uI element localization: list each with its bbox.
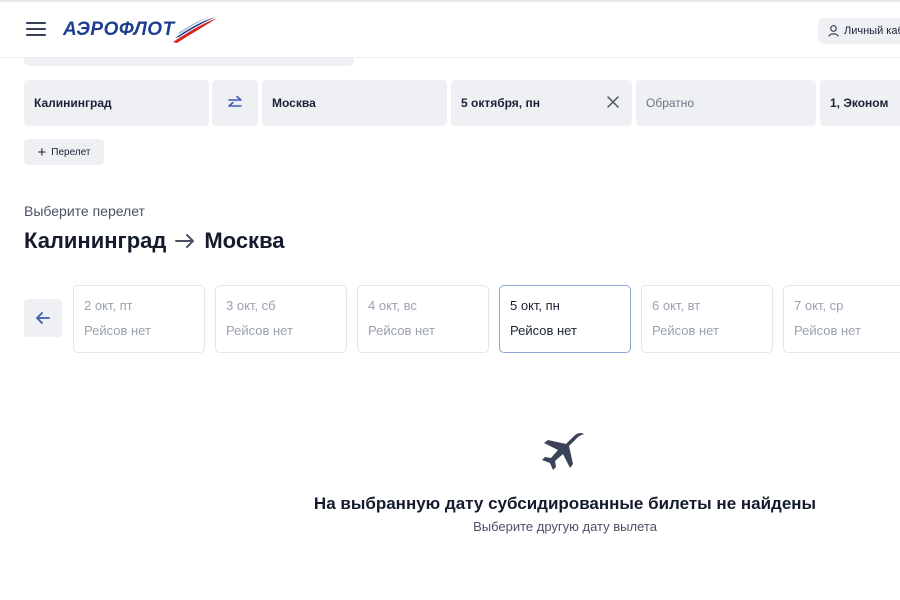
user-icon <box>828 25 839 37</box>
date-label: 3 окт, сб <box>226 298 276 313</box>
date-status: Рейсов нет <box>510 323 577 338</box>
depart-date-field[interactable]: 5 октября, пн <box>451 80 632 126</box>
logo-text: АЭРОФЛОТ <box>63 19 175 40</box>
swap-button[interactable] <box>212 80 258 126</box>
from-value: Калининград <box>34 96 112 110</box>
arrow-right-icon <box>175 234 195 248</box>
menu-icon[interactable] <box>26 22 46 38</box>
date-status: Рейсов нет <box>84 323 151 338</box>
route-title: Калининград Москва <box>24 228 285 254</box>
to-value: Москва <box>272 96 316 110</box>
prev-dates-button[interactable] <box>24 299 62 337</box>
collapsed-field <box>24 58 354 66</box>
date-label: 7 окт, ср <box>794 298 844 313</box>
date-card[interactable]: 3 окт, сб Рейсов нет <box>215 285 347 353</box>
aeroflot-logo[interactable]: АЭРОФЛОТ <box>63 14 219 46</box>
route-origin: Калининград <box>24 228 167 253</box>
date-card[interactable]: 6 окт, вт Рейсов нет <box>641 285 773 353</box>
add-flight-label: Перелет <box>51 146 91 158</box>
airplane-icon <box>540 432 588 477</box>
add-flight-button[interactable]: + Перелет <box>24 139 104 165</box>
account-button[interactable]: Личный кабинет <box>818 18 900 44</box>
top-bar: АЭРОФЛОТ Личный кабинет <box>0 0 900 58</box>
to-field[interactable]: Москва <box>262 80 447 126</box>
swap-icon <box>228 95 242 107</box>
date-card[interactable]: 4 окт, вс Рейсов нет <box>357 285 489 353</box>
date-card[interactable]: 2 окт, пт Рейсов нет <box>73 285 205 353</box>
empty-state-subtitle: Выберите другую дату вылета <box>473 519 657 534</box>
date-label: 5 окт, пн <box>510 298 560 313</box>
date-status: Рейсов нет <box>652 323 719 338</box>
passengers-value: 1, Эконом <box>830 96 889 110</box>
from-field[interactable]: Калининград <box>24 80 209 126</box>
date-label: 6 окт, вт <box>652 298 701 313</box>
arrow-left-icon <box>36 312 50 324</box>
plus-icon: + <box>37 143 47 161</box>
date-card-selected[interactable]: 5 окт, пн Рейсов нет <box>499 285 631 353</box>
return-placeholder: Обратно <box>646 96 695 110</box>
empty-state-title: На выбранную дату субсидированные билеты… <box>313 494 817 513</box>
close-icon[interactable] <box>606 95 620 109</box>
date-status: Рейсов нет <box>368 323 435 338</box>
date-label: 2 окт, пт <box>84 298 133 313</box>
date-label: 4 окт, вс <box>368 298 417 313</box>
return-date-field[interactable]: Обратно <box>636 80 816 126</box>
depart-value: 5 октября, пн <box>461 96 540 110</box>
logo-wings-icon <box>172 17 217 43</box>
date-status: Рейсов нет <box>794 323 861 338</box>
passengers-field[interactable]: 1, Эконом <box>820 80 900 126</box>
account-label: Личный кабинет <box>844 25 900 37</box>
date-status: Рейсов нет <box>226 323 293 338</box>
date-card[interactable]: 7 окт, ср Рейсов нет <box>783 285 900 353</box>
choose-flight-label: Выберите перелет <box>24 203 145 219</box>
route-destination: Москва <box>204 228 285 253</box>
